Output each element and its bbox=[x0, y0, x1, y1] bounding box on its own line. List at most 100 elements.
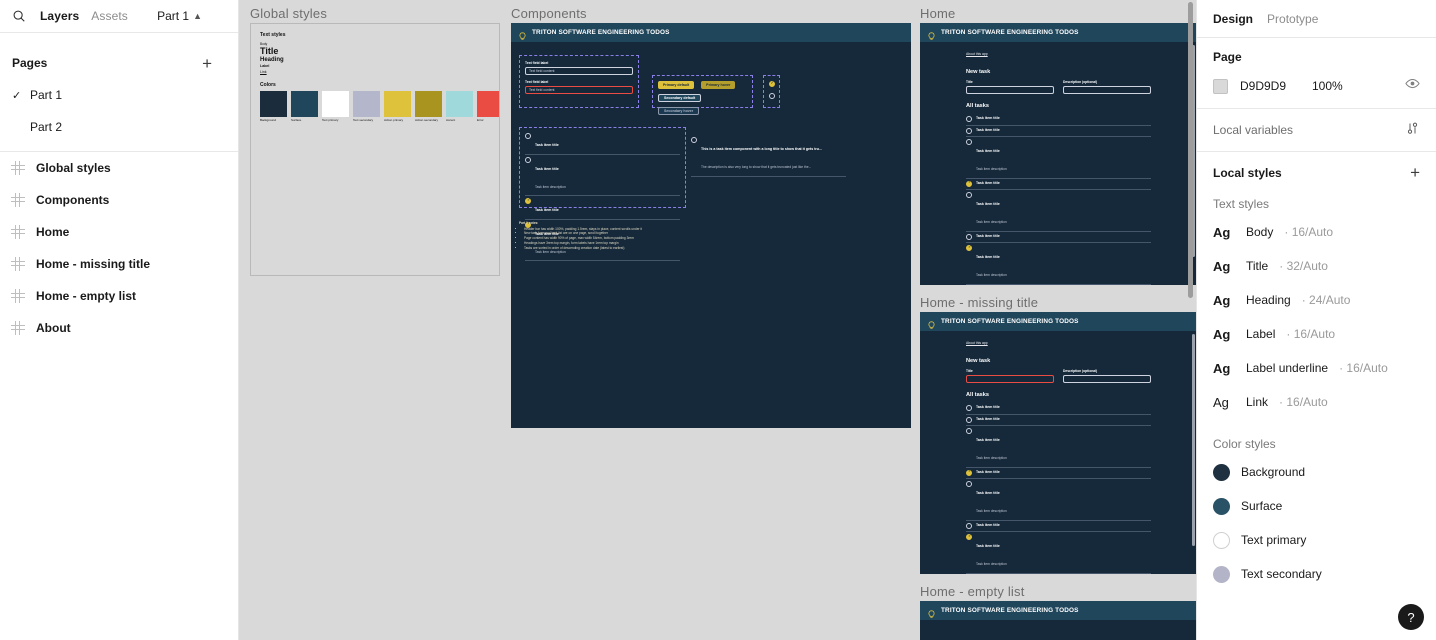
frame-home[interactable]: TRITON SOFTWARE ENGINEERING TODOS About … bbox=[920, 23, 1196, 285]
plus-icon[interactable]: + bbox=[1410, 164, 1420, 181]
help-button[interactable]: ? bbox=[1398, 604, 1424, 630]
radio-checked[interactable] bbox=[966, 180, 972, 187]
title-input[interactable] bbox=[966, 86, 1054, 94]
swatch-action-primary bbox=[384, 91, 411, 118]
task-item[interactable]: Task item title Task item description bbox=[525, 155, 680, 196]
radio-checked[interactable] bbox=[768, 81, 775, 87]
layer-item-home[interactable]: Home bbox=[0, 216, 238, 248]
page-selector[interactable]: Part 1 ▲ bbox=[157, 9, 230, 23]
layer-item-components[interactable]: Components bbox=[0, 184, 238, 216]
canvas-scrollbar[interactable] bbox=[1188, 2, 1193, 298]
layer-item-about[interactable]: About bbox=[0, 312, 238, 344]
radio-unchecked[interactable] bbox=[966, 522, 972, 529]
radio-unchecked[interactable] bbox=[966, 233, 972, 240]
task-item[interactable]: Task item title Task item description bbox=[966, 243, 1151, 285]
layer-item-home-empty-list[interactable]: Home - empty list bbox=[0, 280, 238, 312]
tab-assets[interactable]: Assets bbox=[91, 9, 128, 23]
radio-unchecked[interactable] bbox=[966, 116, 972, 122]
color-style-background[interactable]: Background bbox=[1213, 455, 1420, 489]
description-input[interactable] bbox=[1063, 86, 1151, 94]
task-item[interactable]: Task item title bbox=[966, 468, 1151, 479]
radio-unchecked[interactable] bbox=[966, 139, 972, 145]
task-item[interactable]: Task item title Task item description bbox=[966, 190, 1151, 232]
about-app-link[interactable]: About this app bbox=[966, 332, 988, 345]
task-item[interactable]: Task item title bbox=[525, 196, 680, 220]
radio-unchecked[interactable] bbox=[691, 137, 697, 143]
color-style-text-secondary[interactable]: Text secondary bbox=[1213, 557, 1420, 591]
task-item[interactable]: Task item title bbox=[966, 574, 1151, 575]
radio-unchecked[interactable] bbox=[966, 416, 972, 423]
task-item[interactable]: Task item title Task item description bbox=[966, 479, 1151, 521]
tab-prototype[interactable]: Prototype bbox=[1267, 12, 1318, 26]
fill-hex-value[interactable]: D9D9D9 bbox=[1240, 79, 1300, 93]
radio-unchecked[interactable] bbox=[768, 93, 775, 99]
search-icon[interactable] bbox=[10, 7, 28, 25]
radio-unchecked[interactable] bbox=[966, 127, 972, 134]
task-item[interactable]: Task item title bbox=[966, 114, 1151, 126]
text-style-body[interactable]: Ag Body · 16/Auto bbox=[1213, 215, 1420, 249]
text-style-label-underline[interactable]: Ag Label underline · 16/Auto bbox=[1213, 351, 1420, 385]
local-variables-section[interactable]: Local variables bbox=[1197, 109, 1436, 152]
radio-unchecked[interactable] bbox=[966, 481, 972, 487]
task-item[interactable]: Task item title bbox=[966, 403, 1151, 415]
about-app-link[interactable]: About this app bbox=[966, 43, 988, 56]
tab-layers[interactable]: Layers bbox=[40, 9, 79, 23]
radio-checked[interactable] bbox=[966, 469, 972, 476]
task-item[interactable]: Task item title bbox=[966, 285, 1151, 286]
task-item[interactable]: Task item title bbox=[966, 415, 1151, 426]
layer-item-global-styles[interactable]: Global styles bbox=[0, 152, 238, 184]
text-style-label[interactable]: Ag Label · 16/Auto bbox=[1213, 317, 1420, 351]
radio-unchecked[interactable] bbox=[966, 428, 972, 434]
page-item-part-1[interactable]: ✓ Part 1 bbox=[0, 79, 238, 111]
task-item[interactable]: Task item title bbox=[966, 126, 1151, 137]
title-input-error[interactable] bbox=[966, 375, 1054, 383]
task-item[interactable]: Task item title bbox=[966, 179, 1151, 190]
frame-label-home-missing-title[interactable]: Home - missing title bbox=[920, 295, 1038, 310]
radio-unchecked[interactable] bbox=[525, 156, 531, 163]
radio-unchecked[interactable] bbox=[966, 192, 972, 198]
color-style-text-primary[interactable]: Text primary bbox=[1213, 523, 1420, 557]
task-item[interactable]: Task item title bbox=[525, 131, 680, 155]
frame-label-home[interactable]: Home bbox=[920, 6, 955, 21]
text-style-heading[interactable]: Ag Heading · 24/Auto bbox=[1213, 283, 1420, 317]
frame-components[interactable]: TRITON SOFTWARE ENGINEERING TODOS Text f… bbox=[511, 23, 911, 428]
description-input[interactable] bbox=[1063, 375, 1151, 383]
layer-item-home-missing-title[interactable]: Home - missing title bbox=[0, 248, 238, 280]
radio-checked[interactable] bbox=[966, 245, 972, 251]
page-item-label: Part 1 bbox=[30, 88, 63, 102]
button-secondary-default[interactable]: Secondary default bbox=[658, 94, 702, 102]
text-style-link[interactable]: Ag Link · 16/Auto bbox=[1213, 385, 1420, 419]
color-style-surface[interactable]: Surface bbox=[1213, 489, 1420, 523]
task-item[interactable]: Task item title bbox=[966, 232, 1151, 243]
page-item-part-2[interactable]: Part 2 bbox=[0, 111, 238, 143]
button-primary-default[interactable]: Primary default bbox=[658, 81, 695, 89]
task-item[interactable]: Task item title Task item description bbox=[966, 137, 1151, 179]
frame-scrollbar[interactable] bbox=[1192, 334, 1195, 546]
fill-color-swatch[interactable] bbox=[1213, 78, 1228, 94]
fill-opacity-value[interactable]: 100% bbox=[1312, 79, 1343, 93]
tab-design[interactable]: Design bbox=[1213, 12, 1253, 26]
frame-home-empty-list[interactable]: TRITON SOFTWARE ENGINEERING TODOS bbox=[920, 601, 1196, 640]
textfield-error[interactable]: Text field content bbox=[525, 86, 633, 94]
eye-icon[interactable] bbox=[1405, 76, 1420, 96]
button-secondary-hover[interactable]: Secondary hover bbox=[658, 107, 700, 115]
task-item[interactable]: Task item title Task item description bbox=[966, 426, 1151, 468]
text-style-title[interactable]: Ag Title · 32/Auto bbox=[1213, 249, 1420, 283]
radio-checked[interactable] bbox=[966, 534, 972, 540]
radio-checked[interactable] bbox=[525, 198, 531, 204]
frame-label-components[interactable]: Components bbox=[511, 6, 587, 21]
frame-label-global-styles[interactable]: Global styles bbox=[250, 6, 327, 21]
textfield-default[interactable]: Text field content bbox=[525, 67, 633, 75]
frame-global-styles[interactable]: Text styles Body Title Heading Label Lin… bbox=[250, 23, 500, 276]
plus-icon[interactable]: + bbox=[202, 55, 228, 72]
frame-home-missing-title[interactable]: TRITON SOFTWARE ENGINEERING TODOS About … bbox=[920, 312, 1196, 574]
task-item-truncated[interactable]: This is a task item component with a lon… bbox=[691, 135, 846, 177]
task-item[interactable]: Task item title bbox=[966, 521, 1151, 532]
sliders-icon[interactable] bbox=[1405, 121, 1420, 139]
task-item[interactable]: Task item title Task item description bbox=[966, 532, 1151, 574]
design-canvas[interactable]: Global styles Text styles Body Title Hea… bbox=[239, 0, 1196, 640]
button-primary-hover[interactable]: Primary hover bbox=[701, 81, 736, 89]
radio-unchecked[interactable] bbox=[966, 405, 972, 411]
frame-label-home-empty-list[interactable]: Home - empty list bbox=[920, 584, 1025, 599]
radio-unchecked[interactable] bbox=[525, 133, 531, 139]
